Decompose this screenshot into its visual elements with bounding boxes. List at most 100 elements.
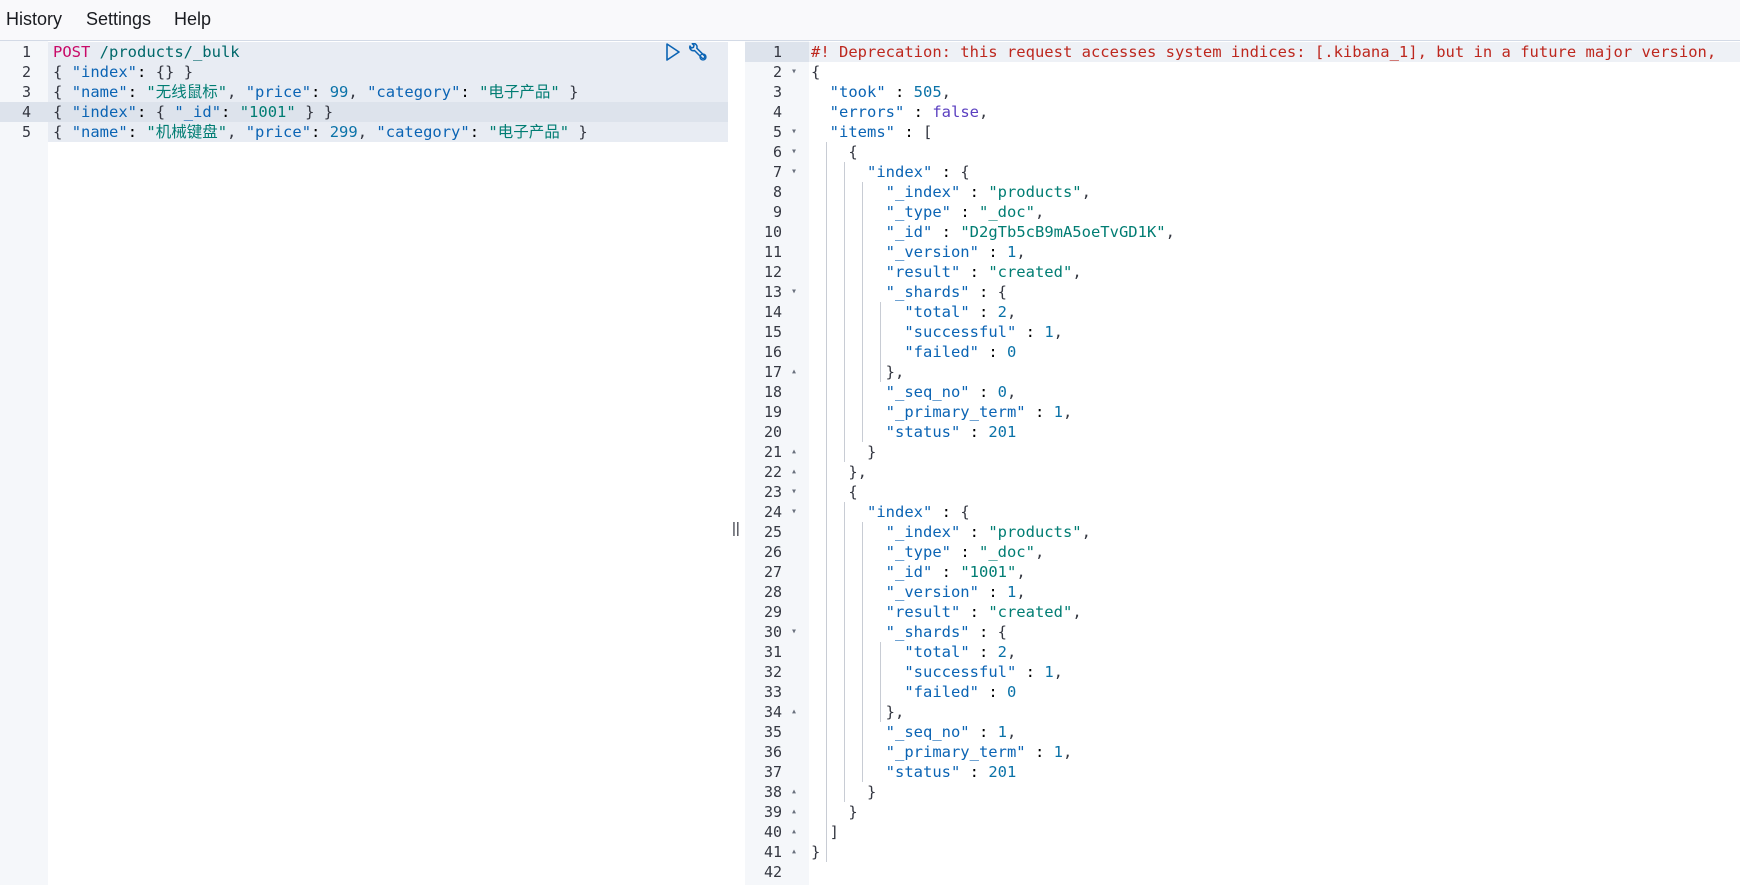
fold-caret-up-icon[interactable]: ▴: [788, 442, 800, 462]
response-viewer[interactable]: 1 2 ▾ 3 4 5 ▾ 6 ▾ 7 ▾ 8 9 10 11 12 13 ▾ 14 15 16 17 ▴ 18 19 20 21 ▴…: [745, 41, 1740, 885]
response-line: "_primary_term" : 1,: [885, 403, 1073, 421]
response-line: }: [867, 443, 877, 461]
request-line[interactable]: { "name": "机械键盘", "price": 299, "categor…: [53, 122, 728, 142]
line-number: 13 ▾: [745, 282, 809, 302]
response-line: "result" : "created",: [885, 263, 1082, 281]
line-number: 22 ▴: [745, 462, 809, 482]
line-number: 14: [763, 303, 782, 321]
response-line: },: [885, 363, 905, 381]
response-line: "took" : 505,: [829, 83, 952, 101]
fold-caret-up-icon[interactable]: ▴: [788, 702, 800, 722]
line-number: 25: [763, 523, 782, 541]
line-number: 2 ▾: [745, 62, 809, 82]
fold-caret-down-icon[interactable]: ▾: [788, 482, 800, 502]
line-number: 8: [772, 183, 782, 201]
fold-caret-up-icon[interactable]: ▴: [788, 802, 800, 822]
deprecation-warning: #! Deprecation: this request accesses sy…: [811, 43, 1717, 61]
fold-caret-up-icon[interactable]: ▴: [788, 362, 800, 382]
play-icon[interactable]: [665, 43, 685, 63]
line-number: 38 ▴: [745, 782, 809, 802]
response-line: "items" : [: [829, 123, 933, 141]
line-number: 42: [763, 863, 782, 881]
line-number: 1: [772, 43, 782, 61]
line-number: 2: [21, 63, 31, 81]
response-line: {: [848, 483, 858, 501]
response-line: "status" : 201: [885, 423, 1017, 441]
request-editor[interactable]: 1 2 3 4 5 POST /products/_bulk { "index": {}…: [0, 41, 728, 885]
response-line: },: [885, 703, 905, 721]
line-number: 26: [763, 543, 782, 561]
line-number: 34 ▴: [745, 702, 809, 722]
response-line: "_index" : "products",: [885, 523, 1091, 541]
menu-help[interactable]: Help: [174, 9, 211, 30]
line-number: 40 ▴: [745, 822, 809, 842]
response-line: "_version" : 1,: [885, 243, 1026, 261]
fold-caret-up-icon[interactable]: ▴: [788, 822, 800, 842]
request-code-area[interactable]: POST /products/_bulk { "index": {} } { "…: [48, 41, 728, 885]
fold-caret-down-icon[interactable]: ▾: [788, 62, 800, 82]
line-number: 28: [763, 583, 782, 601]
request-body-line: { "index": { "_id": "1001" } }: [53, 103, 334, 121]
menu-settings[interactable]: Settings: [86, 9, 151, 30]
fold-caret-up-icon[interactable]: ▴: [788, 842, 800, 862]
response-line: "errors" : false,: [829, 103, 989, 121]
fold-caret-up-icon[interactable]: ▴: [788, 462, 800, 482]
response-line: [811, 862, 1740, 882]
fold-caret-down-icon[interactable]: ▾: [788, 142, 800, 162]
response-gutter: 1 2 ▾ 3 4 5 ▾ 6 ▾ 7 ▾ 8 9 10 11 12 13 ▾ 14 15 16 17 ▴ 18 19 20 21 ▴…: [745, 41, 809, 885]
fold-caret-down-icon[interactable]: ▾: [788, 122, 800, 142]
response-line: ]: [829, 823, 840, 841]
line-number: 10: [763, 223, 782, 241]
line-number: 27: [763, 563, 782, 581]
line-number: 11: [763, 243, 782, 261]
request-line[interactable]: { "name": "无线鼠标", "price": 99, "category…: [53, 82, 728, 102]
line-number: 3: [21, 83, 31, 101]
response-line: "_seq_no" : 0,: [885, 383, 1017, 401]
request-body-line: { "index": {} }: [53, 63, 194, 81]
response-line: "_type" : "_doc",: [885, 543, 1045, 561]
response-line: "result" : "created",: [885, 603, 1082, 621]
request-line[interactable]: { "index": {} }: [53, 62, 728, 82]
response-code-area[interactable]: #! Deprecation: this request accesses sy…: [809, 41, 1740, 885]
line-number: 31: [763, 643, 782, 661]
response-line: {: [811, 63, 821, 81]
line-number: 4: [21, 103, 31, 121]
pane-divider[interactable]: [728, 41, 745, 885]
fold-caret-down-icon[interactable]: ▾: [788, 282, 800, 302]
line-number: 41 ▴: [745, 842, 809, 862]
response-line: }: [848, 803, 858, 821]
fold-caret-up-icon[interactable]: ▴: [788, 782, 800, 802]
menu-history[interactable]: History: [6, 9, 62, 30]
line-number: 35: [763, 723, 782, 741]
fold-caret-down-icon[interactable]: ▾: [788, 162, 800, 182]
line-number: 18: [763, 383, 782, 401]
response-line: "successful" : 1,: [904, 663, 1063, 681]
response-line: "index" : {: [867, 503, 970, 521]
response-line: "status" : 201: [885, 763, 1017, 781]
line-number: 19: [763, 403, 782, 421]
response-line: {: [848, 143, 858, 161]
request-line[interactable]: { "index": { "_id": "1001" } }: [53, 102, 728, 122]
menu-bar: History Settings Help: [0, 0, 1740, 41]
fold-caret-down-icon[interactable]: ▾: [788, 622, 800, 642]
response-line: "failed" : 0: [904, 683, 1017, 701]
resize-handle[interactable]: ||: [732, 520, 740, 537]
line-number: 33: [763, 683, 782, 701]
fold-caret-down-icon[interactable]: ▾: [788, 502, 800, 522]
line-number: 5 ▾: [745, 122, 809, 142]
response-line: "_seq_no" : 1,: [885, 723, 1017, 741]
response-line: "total" : 2,: [904, 303, 1017, 321]
response-line: "successful" : 1,: [904, 323, 1063, 341]
request-url: /products/_bulk: [90, 43, 240, 61]
line-number: 5: [21, 123, 31, 141]
line-number: 23 ▾: [745, 482, 809, 502]
line-number: 39 ▴: [745, 802, 809, 822]
line-number: 29: [763, 603, 782, 621]
request-line[interactable]: POST /products/_bulk: [53, 42, 728, 62]
response-line: }: [867, 783, 877, 801]
line-number: 1: [21, 43, 31, 61]
wrench-icon[interactable]: [687, 42, 707, 63]
request-gutter: 1 2 3 4 5: [0, 41, 48, 885]
request-line-numbers: 1 2 3 4 5: [0, 41, 48, 142]
line-number: 7 ▾: [745, 162, 809, 182]
